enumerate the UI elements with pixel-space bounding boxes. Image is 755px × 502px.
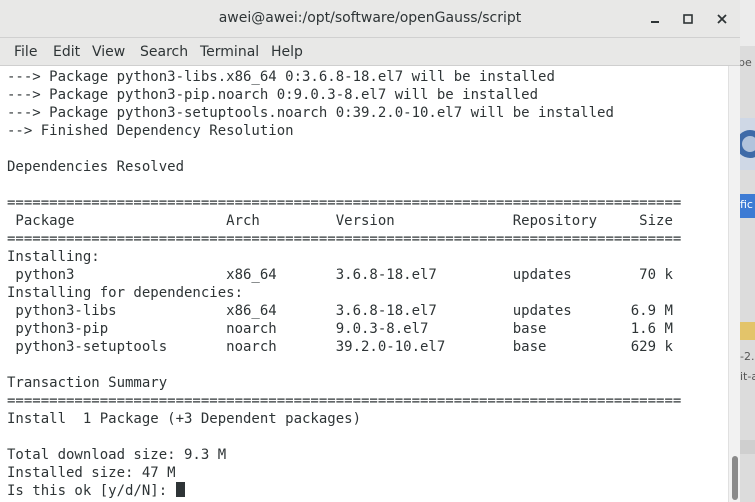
background-yellow-bar <box>740 322 755 340</box>
terminal-line: Package Arch Version Repository Size <box>7 213 673 229</box>
terminal-line: Dependencies Resolved <box>7 159 185 175</box>
terminal-line: Install 1 Package (+3 Dependent packages… <box>7 411 362 427</box>
terminal-prompt: Is this ok [y/d/N]: <box>7 482 681 500</box>
terminal-line: ---> Package python3-pip.noarch 0:9.0.3-… <box>7 87 539 103</box>
terminal-line: Installing for dependencies: <box>7 285 244 301</box>
background-text-fragment: pe <box>740 56 752 69</box>
menu-bar: File Edit View Search Terminal Help <box>0 38 740 66</box>
terminal-window: awei@awei:/opt/software/openGauss/script… <box>0 0 740 502</box>
terminal-line: python3-libs x86_64 3.6.8-18.el7 updates… <box>7 303 673 319</box>
menu-edit[interactable]: Edit <box>53 44 80 60</box>
text-cursor <box>175 482 185 497</box>
minimize-icon <box>651 21 659 23</box>
prompt-text: Is this ok [y/d/N]: <box>7 483 176 499</box>
background-text-fragment: -2. <box>740 350 755 363</box>
terminal-line: ---> Package python3-setuptools.noarch 0… <box>7 105 614 121</box>
menu-file[interactable]: File <box>14 44 37 60</box>
menu-view[interactable]: View <box>92 44 125 60</box>
background-text-fragment: it-a <box>740 370 755 383</box>
minimize-button[interactable] <box>645 9 665 29</box>
terminal-line: python3-setuptools noarch 39.2.0-10.el7 … <box>7 339 673 355</box>
background-highlight: fic <box>740 194 755 218</box>
terminal-line: Installed size: 47 M <box>7 465 176 481</box>
terminal-text: ---> Package python3-libs.x86_64 0:3.6.8… <box>7 68 681 500</box>
background-logo <box>740 118 755 170</box>
terminal-line: ---> Package python3-libs.x86_64 0:3.6.8… <box>7 69 555 85</box>
terminal-line: python3-pip noarch 9.0.3-8.el7 base 1.6 … <box>7 321 673 337</box>
menu-search[interactable]: Search <box>140 44 188 60</box>
scrollbar[interactable] <box>728 66 740 502</box>
terminal-line: python3 x86_64 3.6.8-18.el7 updates 70 k <box>7 267 673 283</box>
maximize-button[interactable] <box>678 9 698 29</box>
title-bar[interactable]: awei@awei:/opt/software/openGauss/script <box>0 0 740 38</box>
close-button[interactable] <box>712 9 732 29</box>
window-title: awei@awei:/opt/software/openGauss/script <box>218 10 522 26</box>
maximize-icon <box>683 14 693 24</box>
terminal-line: Installing: <box>7 249 100 265</box>
menu-help[interactable]: Help <box>271 44 303 60</box>
terminal-output[interactable]: ---> Package python3-libs.x86_64 0:3.6.8… <box>0 66 728 502</box>
close-icon <box>717 14 727 24</box>
terminal-line: ========================================… <box>7 195 682 211</box>
terminal-line: Transaction Summary <box>7 375 168 391</box>
scrollbar-thumb[interactable] <box>732 456 738 500</box>
terminal-line: --> Finished Dependency Resolution <box>7 123 294 139</box>
terminal-line: Total download size: 9.3 M <box>7 447 227 463</box>
terminal-line: ========================================… <box>7 231 682 247</box>
background-window-edge: pe fic -2. it-a <box>740 0 755 502</box>
menu-terminal[interactable]: Terminal <box>200 44 259 60</box>
terminal-line: ========================================… <box>7 393 682 409</box>
